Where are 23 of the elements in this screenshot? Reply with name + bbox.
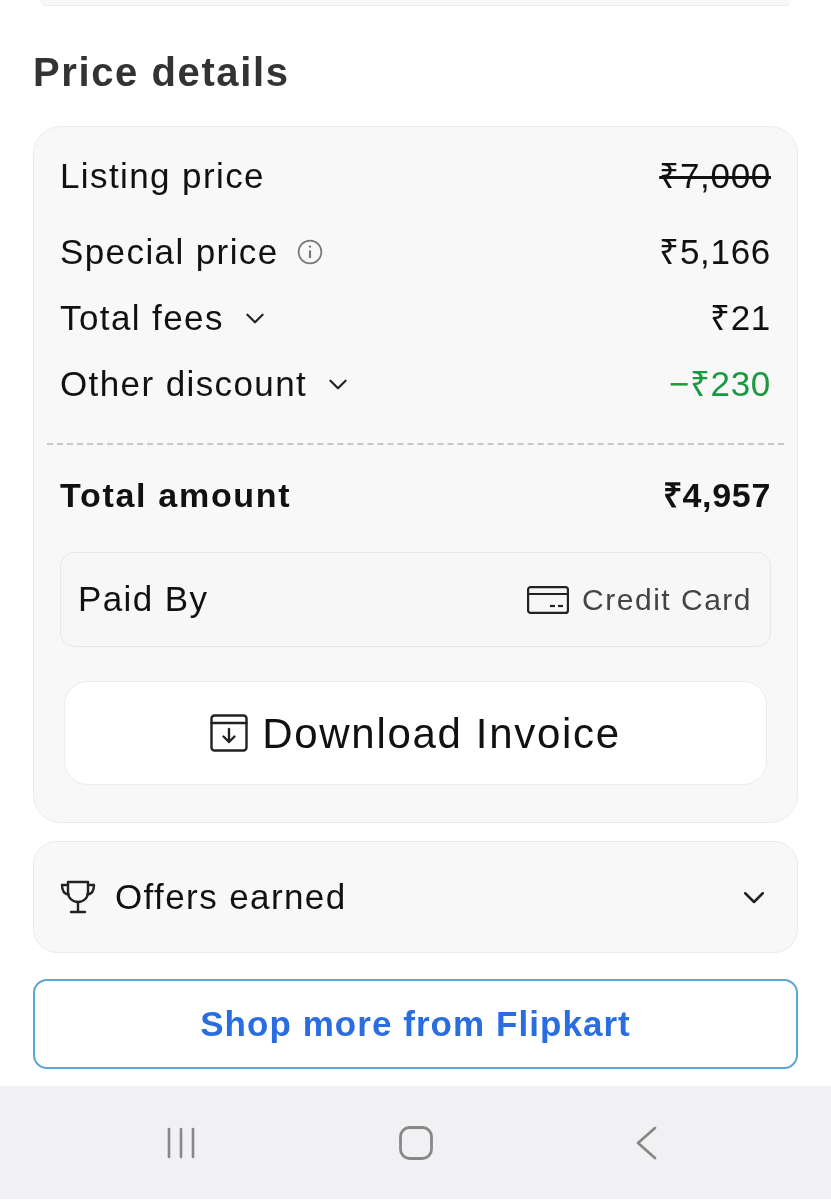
info-icon[interactable] <box>296 239 323 265</box>
offers-accordion[interactable]: Offers earned <box>33 841 798 953</box>
download-box-icon <box>210 714 249 752</box>
shop-more-button[interactable]: Shop more from Flipkart <box>33 979 798 1069</box>
total-label: Total amount <box>60 474 292 516</box>
price-value: ₹7,000 <box>659 154 771 197</box>
download-invoice-button[interactable]: Download Invoice <box>64 681 767 785</box>
credit-card-icon <box>527 585 570 614</box>
payment-label: Paid By <box>78 578 209 621</box>
back-icon[interactable] <box>635 1125 657 1160</box>
recent-apps-icon[interactable] <box>165 1126 197 1159</box>
price-label: Special price <box>60 230 279 273</box>
price-value: ₹5,166 <box>659 230 771 273</box>
price-label: Listing price <box>60 154 265 197</box>
total-value: ₹4,957 <box>662 474 771 516</box>
price-label: Other discount <box>60 362 308 405</box>
price-label: Total fees <box>60 296 224 339</box>
price-value: −₹230 <box>668 362 771 405</box>
payment-method: Credit Card <box>582 582 752 618</box>
price-value: ₹21 <box>709 296 771 339</box>
home-icon[interactable] <box>399 1125 433 1160</box>
section-heading: Price details <box>33 49 290 95</box>
trophy-icon <box>59 880 97 914</box>
